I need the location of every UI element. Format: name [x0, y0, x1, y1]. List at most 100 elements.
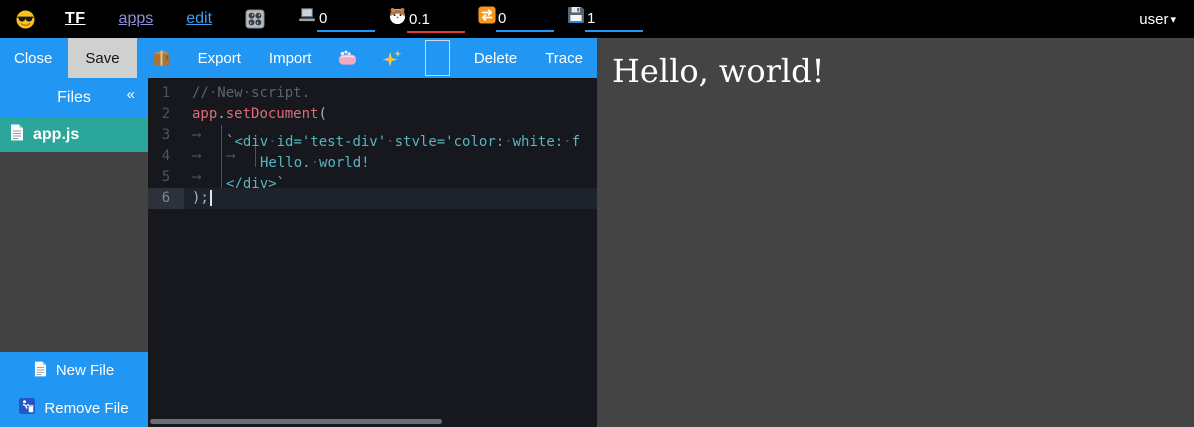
- code-editor[interactable]: 1//·New·script.2app.setDocument(3⟶`<div·…: [148, 78, 597, 427]
- preview-panel: Hello, world!: [597, 38, 1194, 427]
- delete-button[interactable]: Delete: [460, 38, 531, 78]
- code-line-text: ⟶⟶ Hello,·world!: [184, 146, 370, 167]
- repeat-meter-value: 0: [496, 11, 554, 32]
- code-token: ·: [311, 155, 319, 167]
- editor-toolbar: Close Save Export Import Delete Trace: [0, 38, 597, 78]
- file-item-label: app.js: [33, 126, 79, 144]
- remove-file-button[interactable]: Remove File: [0, 390, 148, 427]
- text-cursor: [210, 190, 212, 206]
- soap-icon[interactable]: [325, 38, 370, 78]
- code-token: id='test-div': [277, 134, 387, 146]
- empty-box-button[interactable]: [425, 40, 449, 76]
- page-icon: [10, 124, 24, 146]
- code-line[interactable]: 2app.setDocument(: [148, 104, 597, 125]
- file-item-appjs[interactable]: app.js: [0, 118, 148, 152]
- code-token: app: [192, 106, 217, 122]
- main-area: Close Save Export Import Delete Trace: [0, 38, 1194, 427]
- package-icon[interactable]: [139, 38, 184, 78]
- files-header: Files «: [0, 78, 148, 118]
- topbar: TF apps edit 0 0.1 0 1: [0, 0, 1194, 38]
- line-number: 6: [148, 188, 184, 209]
- code-token: ⟶: [226, 146, 256, 167]
- laptop-meter: 0: [297, 7, 375, 32]
- new-file-button[interactable]: New File: [0, 352, 148, 390]
- floppy-icon: [567, 6, 585, 32]
- import-button[interactable]: Import: [255, 38, 326, 78]
- editor-pane: Close Save Export Import Delete Trace: [0, 38, 597, 427]
- code-token: (: [318, 106, 326, 122]
- user-menu-button[interactable]: user ▾: [1139, 11, 1176, 28]
- topbar-nav: TF apps edit: [65, 10, 212, 28]
- new-file-label: New File: [56, 362, 114, 379]
- code-token: ·: [504, 134, 512, 146]
- code-token: setDocument: [226, 106, 319, 122]
- sparkles-icon[interactable]: [370, 38, 415, 78]
- code-token: .: [217, 106, 225, 122]
- code-line[interactable]: 1//·New·script.: [148, 83, 597, 104]
- code-token: ⟶: [192, 167, 222, 188]
- code-token: <div: [234, 134, 268, 146]
- new-file-page-icon: [34, 361, 47, 381]
- user-menu-label: user: [1139, 11, 1168, 28]
- line-number: 4: [148, 146, 184, 167]
- code-token: ⟶: [192, 146, 222, 167]
- code-line-text: //·New·script.: [184, 83, 310, 104]
- sunglasses-face-icon[interactable]: [16, 10, 35, 29]
- hamster-icon: [388, 6, 407, 33]
- code-line-text: app.setDocument(: [184, 104, 327, 125]
- code-token: ·: [563, 134, 571, 146]
- code-token: </div>`: [226, 176, 285, 188]
- floppy-meter: 1: [567, 6, 643, 32]
- code-token: );: [192, 190, 209, 206]
- caret-down-icon: ▾: [1170, 13, 1176, 26]
- line-number: 1: [148, 83, 184, 104]
- files-header-label: Files: [57, 89, 91, 107]
- trace-button[interactable]: Trace: [531, 38, 597, 78]
- sidebar-empty-space: [0, 152, 148, 352]
- nav-link-edit[interactable]: edit: [186, 10, 212, 28]
- code-token: ·: [268, 134, 276, 146]
- file-actions: New File Remove File: [0, 352, 148, 427]
- code-line[interactable]: 5 ⟶ </div>`: [148, 167, 597, 188]
- status-meters: 0 0.1 0 1: [297, 6, 643, 33]
- code-line-text: ⟶`<div·id='test-div'·style='color:·white…: [184, 125, 580, 146]
- remove-file-label: Remove File: [44, 400, 128, 417]
- code-token: script.: [251, 85, 310, 101]
- scrollbar-thumb[interactable]: [150, 419, 442, 424]
- preview-hello-text: Hello, world!: [612, 52, 1194, 90]
- code-token: //: [192, 85, 209, 101]
- code-lines: 1//·New·script.2app.setDocument(3⟶`<div·…: [148, 83, 597, 209]
- repeat-meter: 0: [478, 6, 554, 32]
- code-token: ·: [386, 134, 394, 146]
- code-token: ⟶: [192, 125, 222, 146]
- hamster-meter-value: 0.1: [407, 12, 465, 33]
- close-button[interactable]: Close: [0, 38, 66, 78]
- line-number: 2: [148, 104, 184, 125]
- repeat-icon: [478, 6, 496, 32]
- export-button[interactable]: Export: [184, 38, 255, 78]
- code-token: style='color:: [395, 134, 505, 146]
- code-line[interactable]: 6);: [148, 188, 597, 209]
- nav-link-tf[interactable]: TF: [65, 10, 86, 28]
- floppy-meter-value: 1: [585, 11, 643, 32]
- line-number: 3: [148, 125, 184, 146]
- code-line[interactable]: 3⟶`<div·id='test-div'·style='color:·whit…: [148, 125, 597, 146]
- collapse-sidebar-button[interactable]: «: [127, 86, 135, 103]
- control-knobs-icon[interactable]: [245, 9, 265, 29]
- code-line-text: );: [184, 188, 212, 209]
- code-token: white;: [513, 134, 564, 146]
- code-token: New: [217, 85, 242, 101]
- files-sidebar: Files « app.js: [0, 78, 148, 427]
- workspace: Files « app.js: [0, 78, 597, 427]
- code-line-text: ⟶ </div>`: [184, 167, 285, 188]
- horizontal-scrollbar[interactable]: [150, 419, 595, 425]
- code-token: world!: [319, 155, 370, 167]
- nav-link-apps[interactable]: apps: [119, 10, 154, 28]
- line-number: 5: [148, 167, 184, 188]
- put-litter-icon: [19, 398, 35, 418]
- code-token: Hello,: [260, 155, 311, 167]
- hamster-meter: 0.1: [388, 6, 465, 33]
- code-token: ·: [243, 85, 251, 101]
- code-line[interactable]: 4 ⟶⟶ Hello,·world!: [148, 146, 597, 167]
- save-button[interactable]: Save: [68, 38, 136, 78]
